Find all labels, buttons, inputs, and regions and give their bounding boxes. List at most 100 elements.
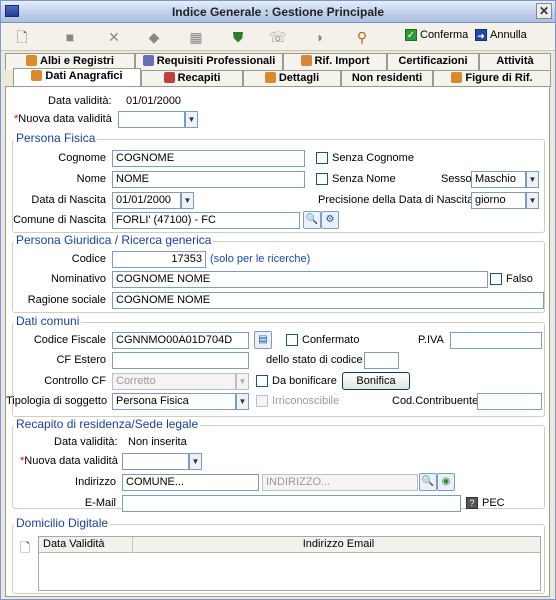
stato-codice-input[interactable] [364, 352, 399, 369]
nominativo-label: Nominativo [50, 273, 106, 285]
irriconoscibile-checkbox [256, 395, 268, 407]
search-indirizzo-icon[interactable]: 🔍 [419, 473, 437, 491]
falso-checkbox[interactable] [490, 273, 502, 285]
tipologia-dropdown[interactable]: ▼ [236, 393, 249, 410]
confermato-checkbox[interactable] [286, 334, 298, 346]
group-title-domicilio: Domicilio Digitale [14, 516, 111, 530]
stato-codice-label: dello stato di codice [266, 354, 363, 366]
toolbar: 🗋 ■ ✕ ◆ ▦ ⛊ ☏ ◗ ⚲ ✓ Conferma ➜ Annulla [1, 23, 555, 51]
exit-arrow-icon: ➜ [475, 29, 487, 42]
group-title-persona-giuridica: Persona Giuridica / Ricerca generica [14, 233, 214, 247]
person-icon [31, 70, 43, 81]
piva-input[interactable] [450, 332, 542, 349]
title-bar[interactable]: Indice Generale : Gestione Principale ✕ [1, 1, 555, 23]
search-key-icon[interactable]: ⚲ [351, 27, 373, 47]
sesso-select[interactable]: Maschio [471, 171, 526, 188]
cod-contribuente-input[interactable] [477, 393, 542, 410]
tab-attivita[interactable]: Attività [479, 53, 551, 70]
delete-icon[interactable]: ✕ [103, 27, 125, 47]
cancel-button[interactable]: ➜ Annulla [475, 29, 527, 42]
data-nascita-input[interactable]: 01/01/2000 [112, 192, 181, 209]
tab-certificazioni[interactable]: Certificazioni [387, 53, 479, 70]
nome-input[interactable]: NOME [112, 171, 305, 188]
new-validity-dropdown[interactable]: ▼ [185, 111, 198, 128]
group-title-dati-comuni: Dati comuni [14, 314, 82, 328]
phone-icon[interactable]: ☏ [267, 27, 289, 47]
tab-dettagli[interactable]: Dettagli [243, 70, 341, 87]
people-icon [451, 72, 463, 83]
people-icon [26, 55, 38, 66]
indirizzo-comune-input[interactable]: COMUNE... [122, 474, 259, 491]
person-icon [264, 72, 276, 83]
ragione-sociale-input[interactable]: COGNOME NOME [112, 292, 544, 309]
cf-estero-input[interactable] [112, 352, 249, 369]
domicilio-grid[interactable]: Data Validità Indirizzo Email [38, 536, 541, 591]
new-validity-label: *Nuova data validità [14, 113, 112, 125]
tab-recapiti[interactable]: Recapiti [141, 70, 243, 87]
tab-dati-anagrafici[interactable]: Dati Anagrafici [13, 68, 141, 87]
email-input[interactable] [122, 495, 461, 512]
calculator-icon[interactable]: ▦ [185, 27, 207, 47]
senza-nome-label: Senza Nome [332, 173, 396, 185]
indirizzo-input: INDIRIZZO... [262, 474, 418, 491]
falso-label: Falso [506, 273, 533, 285]
new-record-icon[interactable]: 🗋 [20, 539, 30, 561]
sesso-label: Sesso [441, 173, 472, 185]
people-icon [300, 55, 312, 66]
codice-fiscale-label: Codice Fiscale [33, 334, 106, 346]
column-indirizzo-email[interactable]: Indirizzo Email [133, 537, 540, 553]
column-data-validita[interactable]: Data Validità [39, 537, 133, 553]
recapito-validity-label: Data validità: [54, 436, 118, 448]
help-icon[interactable]: ? [466, 497, 478, 509]
tab-requisiti-professionali[interactable]: Requisiti Professionali [135, 53, 283, 70]
tipologia-select[interactable]: Persona Fisica [112, 393, 236, 410]
confirm-button[interactable]: ✓ Conferma [405, 29, 468, 42]
codice-label: Codice [71, 253, 106, 265]
precisione-dropdown[interactable]: ▼ [526, 192, 539, 209]
search-comune-icon[interactable]: 🔍 [303, 211, 321, 229]
comune-nascita-input[interactable]: FORLI' (47100) - FC [112, 212, 300, 229]
recapito-new-validity-label: *Nuova data validità [20, 455, 118, 467]
confermato-label: Confermato [302, 334, 360, 346]
nome-label: Nome [76, 173, 106, 185]
new-validity-input[interactable] [118, 111, 185, 128]
cognome-input[interactable]: COGNOME [112, 150, 305, 167]
tab-figure-rif[interactable]: Figure di Rif. [433, 70, 551, 87]
bonificare-checkbox[interactable] [256, 375, 268, 387]
new-document-icon[interactable]: 🗋 [11, 27, 33, 47]
tab-non-residenti[interactable]: Non residenti [341, 70, 433, 87]
tab-rif-import[interactable]: Rif. Import [283, 53, 387, 70]
irriconoscibile-label: Irriconoscibile [272, 395, 340, 407]
cognome-label: Cognome [58, 152, 106, 164]
controllo-cf-label: Controllo CF [44, 375, 106, 387]
sesso-dropdown[interactable]: ▼ [526, 171, 539, 188]
recapito-new-validity-dropdown[interactable]: ▼ [189, 453, 202, 470]
grid-header: Data Validità Indirizzo Email [39, 537, 540, 553]
codice-note: (solo per le ricerche) [210, 253, 311, 265]
save-icon[interactable]: ■ [59, 27, 81, 47]
data-nascita-dropdown[interactable]: ▼ [181, 192, 194, 209]
piva-label: P.IVA [418, 334, 444, 346]
bonifica-button[interactable]: Bonifica [342, 372, 410, 390]
recapito-new-validity-input[interactable] [122, 453, 189, 470]
main-window: Indice Generale : Gestione Principale ✕ … [0, 0, 556, 600]
senza-nome-checkbox[interactable] [316, 173, 328, 185]
globe-icon[interactable]: ◉ [437, 473, 455, 491]
nominativo-input[interactable]: COGNOME NOME [112, 271, 488, 288]
senza-cognome-checkbox[interactable] [316, 152, 328, 164]
precisione-select[interactable]: giorno [471, 192, 526, 209]
helmet-icon[interactable]: ◗ [309, 27, 331, 47]
close-icon[interactable]: ✕ [536, 3, 552, 19]
handshake-icon[interactable]: ◆ [143, 27, 165, 47]
shield-icon[interactable]: ⛊ [227, 27, 249, 47]
controllo-cf-select: Corretto [112, 373, 236, 390]
copy-document-icon[interactable]: ▤ [254, 331, 272, 349]
codice-fiscale-input[interactable]: CGNNMO00A01D704D [112, 332, 249, 349]
validity-value: 01/01/2000 [126, 95, 182, 107]
precisione-label: Precisione della Data di Nascita al [318, 194, 485, 206]
bonificare-label: Da bonificare [272, 375, 337, 387]
codice-input[interactable]: 17353 [112, 251, 206, 268]
info-comune-icon[interactable]: ⚙ [321, 211, 339, 229]
tipologia-label: Tipologia di soggetto [6, 395, 108, 407]
indirizzo-label: Indirizzo [75, 476, 116, 488]
